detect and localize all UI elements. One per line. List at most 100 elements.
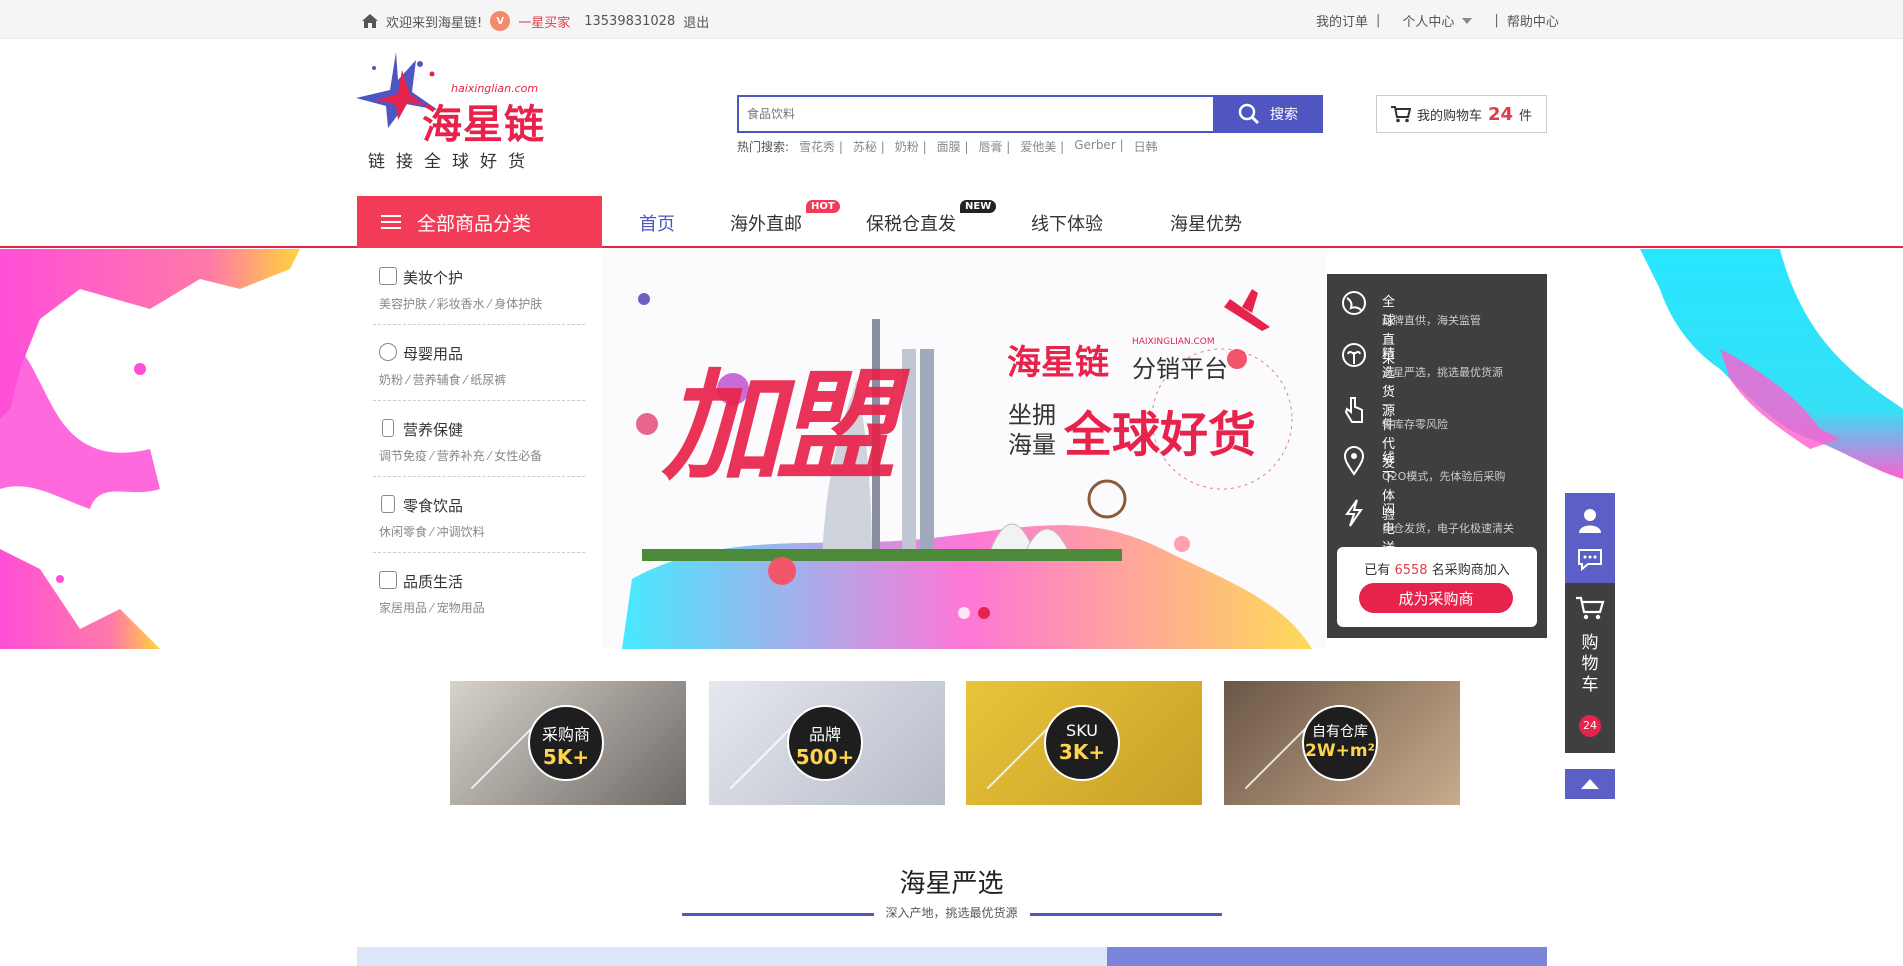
stat-card-sku[interactable]: SKU 3K+ — [966, 681, 1202, 805]
chevron-down-icon[interactable] — [1462, 17, 1473, 24]
category-item-snacks[interactable]: 零食饮品 休闲零食 ⁄ 冲调饮料 — [373, 477, 585, 553]
nav-bonded-warehouse[interactable]: 保税仓直发 NEW — [866, 200, 997, 236]
nav-overseas-direct[interactable]: 海外直邮 HOT — [730, 200, 840, 236]
join-line: 已有 6558 名采购商加入 — [1337, 559, 1537, 578]
advantage-desc: 多仓发货，电子化极速清关 — [1382, 522, 1514, 535]
stats-row: 采购商 5K+ 品牌 500+ SKU 3K+ 自有仓库 2W+m² — [450, 681, 1460, 805]
hot-search-term[interactable]: 奶粉 | — [895, 138, 927, 155]
sidebar-cart-count: 24 — [1579, 715, 1601, 737]
top-bar: 欢迎来到海星链! V 一星买家 13539831028 退出 我的订单 | 个人… — [0, 0, 1903, 39]
sidebar-cart-label: 购物车 — [1581, 633, 1599, 695]
category-title: 品质生活 — [403, 573, 464, 591]
paint-splash-right — [1640, 249, 1903, 479]
stat-badge: 自有仓库 2W+m² — [1302, 705, 1378, 781]
sidebar-top — [1565, 493, 1615, 583]
join-box: 已有 6558 名采购商加入 成为采购商 — [1337, 547, 1537, 627]
banner-big-text: 加盟 — [662, 358, 896, 497]
hot-search-term[interactable]: 苏秘 | — [853, 138, 885, 155]
lightning-icon — [1345, 499, 1363, 527]
advantage-desc: O2O模式，先体验后采购 — [1382, 470, 1506, 483]
hero-banner[interactable]: 加盟 海星链 HAIXINGLIAN.COM 分销平台 坐拥 海量 全球好货 — [602, 249, 1327, 649]
category-title: 母婴用品 — [403, 345, 464, 363]
divider: | — [1376, 13, 1381, 28]
search-icon — [1238, 103, 1260, 125]
my-orders-link[interactable]: 我的订单 — [1316, 11, 1368, 30]
shopping-cart-icon — [1576, 596, 1605, 620]
become-buyer-button[interactable]: 成为采购商 — [1359, 583, 1513, 613]
category-subs: 奶粉 ⁄ 营养辅食 ⁄ 纸尿裤 — [379, 373, 507, 387]
category-subs: 休闲零食 ⁄ 冲调饮料 — [379, 525, 485, 539]
category-subs: 美容护肤 ⁄ 彩妆香水 ⁄ 身体护肤 — [379, 297, 543, 311]
nav-offline-experience[interactable]: 线下体验 — [1031, 210, 1103, 236]
nav-advantages[interactable]: 海星优势 — [1170, 210, 1242, 236]
hot-search-term[interactable]: 面膜 | — [937, 138, 969, 155]
sidebar-cart[interactable]: 购物车 24 — [1565, 583, 1615, 753]
user-icon[interactable] — [1577, 507, 1603, 533]
all-categories-label: 全部商品分类 — [417, 212, 532, 235]
banner-platform: 分销平台 — [1132, 355, 1228, 383]
member-level-icon: V — [490, 11, 511, 31]
banner-slogan: 全球好货 — [1064, 407, 1257, 463]
banner-line2: 海量 — [1008, 431, 1056, 459]
nav-label: 海外直邮 — [730, 214, 802, 235]
hot-searches: 热门搜索: 雪花秀 | 苏秘 | 奶粉 | 面膜 | 唇膏 | 爱他美 | Ge… — [737, 138, 1158, 155]
stat-badge: SKU 3K+ — [1044, 705, 1120, 781]
welcome-text: 欢迎来到海星链! — [386, 15, 483, 31]
hot-search-term[interactable]: 日韩 — [1134, 138, 1158, 155]
back-to-top-button[interactable] — [1565, 769, 1615, 799]
advantage-desc: 海星严选，挑选最优货源 — [1382, 366, 1503, 379]
user-level-link[interactable]: 一星买家 — [518, 12, 570, 31]
home-icon[interactable] — [362, 14, 378, 28]
join-suffix: 名采购商加入 — [1431, 563, 1510, 578]
section-divider-left — [682, 913, 874, 916]
category-item-health[interactable]: 营养保健 调节免疫 ⁄ 营养补充 ⁄ 女性必备 — [373, 401, 585, 477]
stat-label: 自有仓库 — [1312, 724, 1368, 740]
hot-search-term[interactable]: 唇膏 | — [978, 138, 1010, 155]
logout-link[interactable]: 退出 — [683, 12, 709, 31]
stat-card-buyers[interactable]: 采购商 5K+ — [450, 681, 686, 805]
carousel-dot[interactable] — [958, 607, 970, 619]
cup-icon — [381, 495, 395, 513]
category-subs: 家居用品 ⁄ 宠物用品 — [379, 601, 485, 615]
site-logo[interactable]: haixinglian.com 海星链 链接全球好货 — [356, 50, 556, 172]
hot-search-label: 热门搜索: — [737, 140, 790, 154]
category-subs: 调节免疫 ⁄ 营养补充 ⁄ 女性必备 — [379, 449, 543, 463]
logo-name: 海星链 — [422, 102, 545, 148]
section-title: 海星严选 — [899, 869, 1004, 899]
all-categories-button[interactable]: 全部商品分类 — [357, 196, 602, 248]
banner-brand-en: HAIXINGLIAN.COM — [1132, 337, 1215, 347]
hot-search-term[interactable]: 雪花秀 | — [799, 138, 843, 155]
personal-center-link[interactable]: 个人中心 — [1402, 11, 1454, 30]
chat-icon[interactable] — [1576, 547, 1604, 571]
logo-slogan: 链接全球好货 — [368, 152, 536, 172]
search-button[interactable]: 搜索 — [1213, 95, 1323, 133]
main-nav: 全部商品分类 首页 海外直邮 HOT 保税仓直发 NEW 线下体验 海星优势 — [0, 196, 1903, 248]
section-divider-right — [1030, 913, 1222, 916]
stat-badge: 采购商 5K+ — [528, 705, 604, 781]
advantages-panel: 全球直采 品牌直供，海关监管 精选货源 海星严选，挑选最优货源 一件代发 零库存… — [1327, 274, 1547, 638]
category-item-baby[interactable]: 母婴用品 奶粉 ⁄ 营养辅食 ⁄ 纸尿裤 — [373, 325, 585, 401]
nav-label: 保税仓直发 — [866, 214, 956, 235]
category-title: 营养保健 — [403, 421, 464, 439]
cart-unit: 件 — [1519, 108, 1533, 124]
search-input[interactable] — [737, 95, 1213, 133]
advantage-desc: 零库存零风险 — [1382, 418, 1448, 431]
stat-card-brands[interactable]: 品牌 500+ — [709, 681, 945, 805]
hot-search-term[interactable]: 爱他美 | — [1020, 138, 1064, 155]
hot-search-term[interactable]: Gerber | — [1074, 138, 1123, 155]
nav-home[interactable]: 首页 — [639, 210, 675, 236]
hero-section: 美妆个护 美容护肤 ⁄ 彩妆香水 ⁄ 身体护肤 母婴用品 奶粉 ⁄ 营养辅食 ⁄… — [0, 249, 1903, 649]
join-prefix: 已有 — [1364, 563, 1391, 578]
hot-tag: HOT — [806, 200, 840, 213]
carousel-dot-active[interactable] — [978, 607, 990, 619]
help-center-link[interactable]: 帮助中心 — [1507, 11, 1559, 30]
category-item-lifestyle[interactable]: 品质生活 家居用品 ⁄ 宠物用品 — [373, 553, 585, 629]
supplement-bottle-icon — [382, 419, 394, 437]
stat-label: 采购商 — [541, 725, 590, 744]
category-item-beauty[interactable]: 美妆个护 美容护肤 ⁄ 彩妆香水 ⁄ 身体护肤 — [373, 249, 585, 325]
divider: | — [1494, 13, 1499, 28]
cart-button[interactable]: 我的购物车 24 件 — [1376, 95, 1547, 133]
stat-card-warehouse[interactable]: 自有仓库 2W+m² — [1224, 681, 1460, 805]
user-phone: 13539831028 — [584, 13, 676, 29]
stat-value: 2W+m² — [1305, 741, 1375, 761]
